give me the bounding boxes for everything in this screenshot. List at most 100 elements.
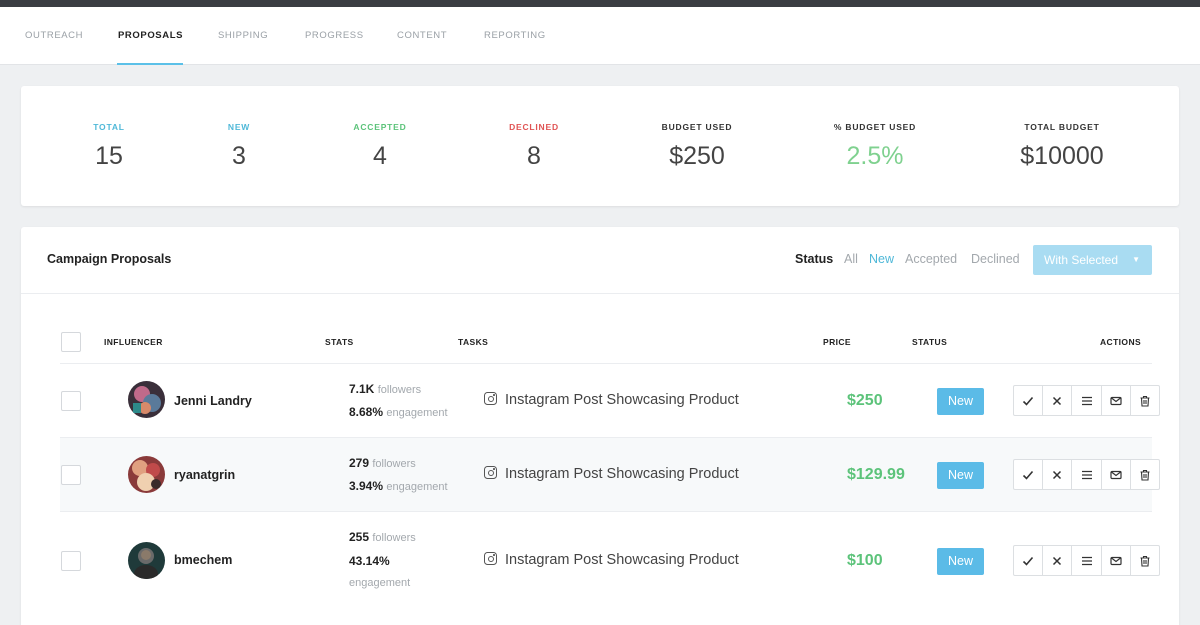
decline-button[interactable]: [1043, 460, 1073, 489]
engagement-rate: 8.68%: [349, 405, 384, 419]
details-button[interactable]: [1072, 460, 1102, 489]
stat-percent-budget-used-value: 2.5%: [846, 142, 904, 170]
task-item[interactable]: Instagram Post Showcasing Product: [484, 392, 739, 408]
check-icon: [1023, 556, 1034, 566]
decline-button[interactable]: [1043, 386, 1073, 415]
influencer-name[interactable]: ryanatgrin: [174, 468, 235, 482]
chevron-down-icon: ▼: [1132, 255, 1140, 264]
row-checkbox[interactable]: [61, 391, 81, 411]
check-icon: [1023, 470, 1034, 480]
proposals-card: Campaign Proposals Status All New Accept…: [21, 227, 1179, 625]
proposals-header: Campaign Proposals Status All New Accept…: [21, 227, 1179, 294]
summary-card: TOTAL 15 NEW 3 ACCEPTED 4 DECLINED 8 BUD…: [21, 86, 1179, 206]
row-actions: [1013, 459, 1160, 490]
followers-stat: 7.1K followers: [349, 382, 421, 396]
tab-progress[interactable]: PROGRESS: [305, 7, 364, 65]
row-actions: [1013, 385, 1160, 416]
avatar[interactable]: [128, 456, 165, 493]
engagement-stat: 43.14%: [349, 554, 390, 568]
with-selected-label: With Selected: [1044, 253, 1119, 267]
mail-icon: [1110, 470, 1122, 479]
mail-icon: [1110, 556, 1122, 565]
table-row: bmechem 255 followers 43.14% engagement …: [60, 511, 1160, 609]
stat-budget-used-value: $250: [669, 142, 725, 170]
column-status[interactable]: STATUS: [912, 337, 947, 347]
followers-stat: 279 followers: [349, 456, 416, 470]
message-button[interactable]: [1102, 386, 1131, 415]
menu-icon: [1081, 396, 1092, 405]
trash-icon: [1140, 395, 1150, 407]
tab-reporting[interactable]: REPORTING: [484, 7, 546, 65]
row-checkbox[interactable]: [61, 465, 81, 485]
filter-declined[interactable]: Declined: [971, 252, 1020, 266]
task-item[interactable]: Instagram Post Showcasing Product: [484, 552, 739, 568]
followers-count: 279: [349, 456, 370, 470]
trash-icon: [1140, 555, 1150, 567]
task-label: Instagram Post Showcasing Product: [505, 552, 739, 568]
status-badge: New: [937, 462, 984, 489]
window-top-bar: [0, 0, 1200, 7]
select-all-checkbox[interactable]: [61, 332, 81, 352]
close-icon: [1053, 396, 1062, 405]
delete-button[interactable]: [1131, 460, 1159, 489]
details-button[interactable]: [1072, 546, 1102, 575]
followers-unit: followers: [372, 458, 416, 470]
active-tab-indicator: [117, 63, 183, 65]
stat-declined-label: DECLINED: [509, 122, 559, 132]
influencer-name[interactable]: bmechem: [174, 553, 232, 567]
task-label: Instagram Post Showcasing Product: [505, 466, 739, 482]
status-badge: New: [937, 548, 984, 575]
filter-accepted[interactable]: Accepted: [905, 252, 957, 266]
close-icon: [1053, 470, 1062, 479]
instagram-icon: [484, 466, 497, 479]
message-button[interactable]: [1102, 460, 1131, 489]
menu-icon: [1081, 556, 1092, 565]
tab-shipping[interactable]: SHIPPING: [218, 7, 268, 65]
tab-content[interactable]: CONTENT: [397, 7, 447, 65]
column-tasks[interactable]: TASKS: [458, 337, 488, 347]
delete-button[interactable]: [1131, 386, 1159, 415]
row-actions: [1013, 545, 1160, 576]
accept-button[interactable]: [1014, 546, 1044, 575]
with-selected-dropdown[interactable]: With Selected ▼: [1033, 245, 1152, 275]
followers-stat: 255 followers: [349, 530, 416, 544]
decline-button[interactable]: [1043, 546, 1073, 575]
row-checkbox[interactable]: [61, 551, 81, 571]
engagement-rate: 43.14%: [349, 554, 390, 568]
followers-count: 7.1K: [349, 382, 375, 396]
tab-proposals[interactable]: PROPOSALS: [118, 7, 183, 65]
details-button[interactable]: [1072, 386, 1102, 415]
accept-button[interactable]: [1014, 460, 1044, 489]
close-icon: [1053, 556, 1062, 565]
column-influencer[interactable]: INFLUENCER: [104, 337, 163, 347]
filter-all[interactable]: All: [844, 252, 858, 266]
followers-unit: followers: [377, 384, 422, 396]
task-item[interactable]: Instagram Post Showcasing Product: [484, 466, 739, 482]
avatar-image: [128, 381, 165, 418]
column-price[interactable]: PRICE: [823, 337, 851, 347]
column-actions: ACTIONS: [1100, 337, 1142, 347]
avatar-image: [128, 542, 165, 579]
check-icon: [1023, 396, 1034, 406]
tab-outreach[interactable]: OUTREACH: [25, 7, 83, 65]
proposals-title: Campaign Proposals: [47, 252, 172, 266]
filter-new[interactable]: New: [869, 252, 894, 266]
menu-icon: [1081, 470, 1092, 479]
engagement-unit: engagement: [386, 481, 448, 493]
message-button[interactable]: [1102, 546, 1131, 575]
accept-button[interactable]: [1014, 386, 1044, 415]
trash-icon: [1140, 469, 1150, 481]
engagement-unit: engagement: [349, 577, 411, 589]
price-value: $100: [847, 552, 883, 569]
status-filter-label: Status: [795, 252, 834, 266]
status-badge: New: [937, 388, 984, 415]
influencer-name[interactable]: Jenni Landry: [174, 394, 252, 408]
column-stats[interactable]: STATS: [325, 337, 354, 347]
avatar[interactable]: [128, 542, 165, 579]
avatar[interactable]: [128, 381, 165, 418]
stat-total-budget-value: $10000: [1020, 142, 1104, 170]
instagram-icon: [484, 392, 497, 405]
task-label: Instagram Post Showcasing Product: [505, 392, 739, 408]
top-navigation: OUTREACH PROPOSALS SHIPPING PROGRESS CON…: [0, 7, 1200, 65]
delete-button[interactable]: [1131, 546, 1159, 575]
